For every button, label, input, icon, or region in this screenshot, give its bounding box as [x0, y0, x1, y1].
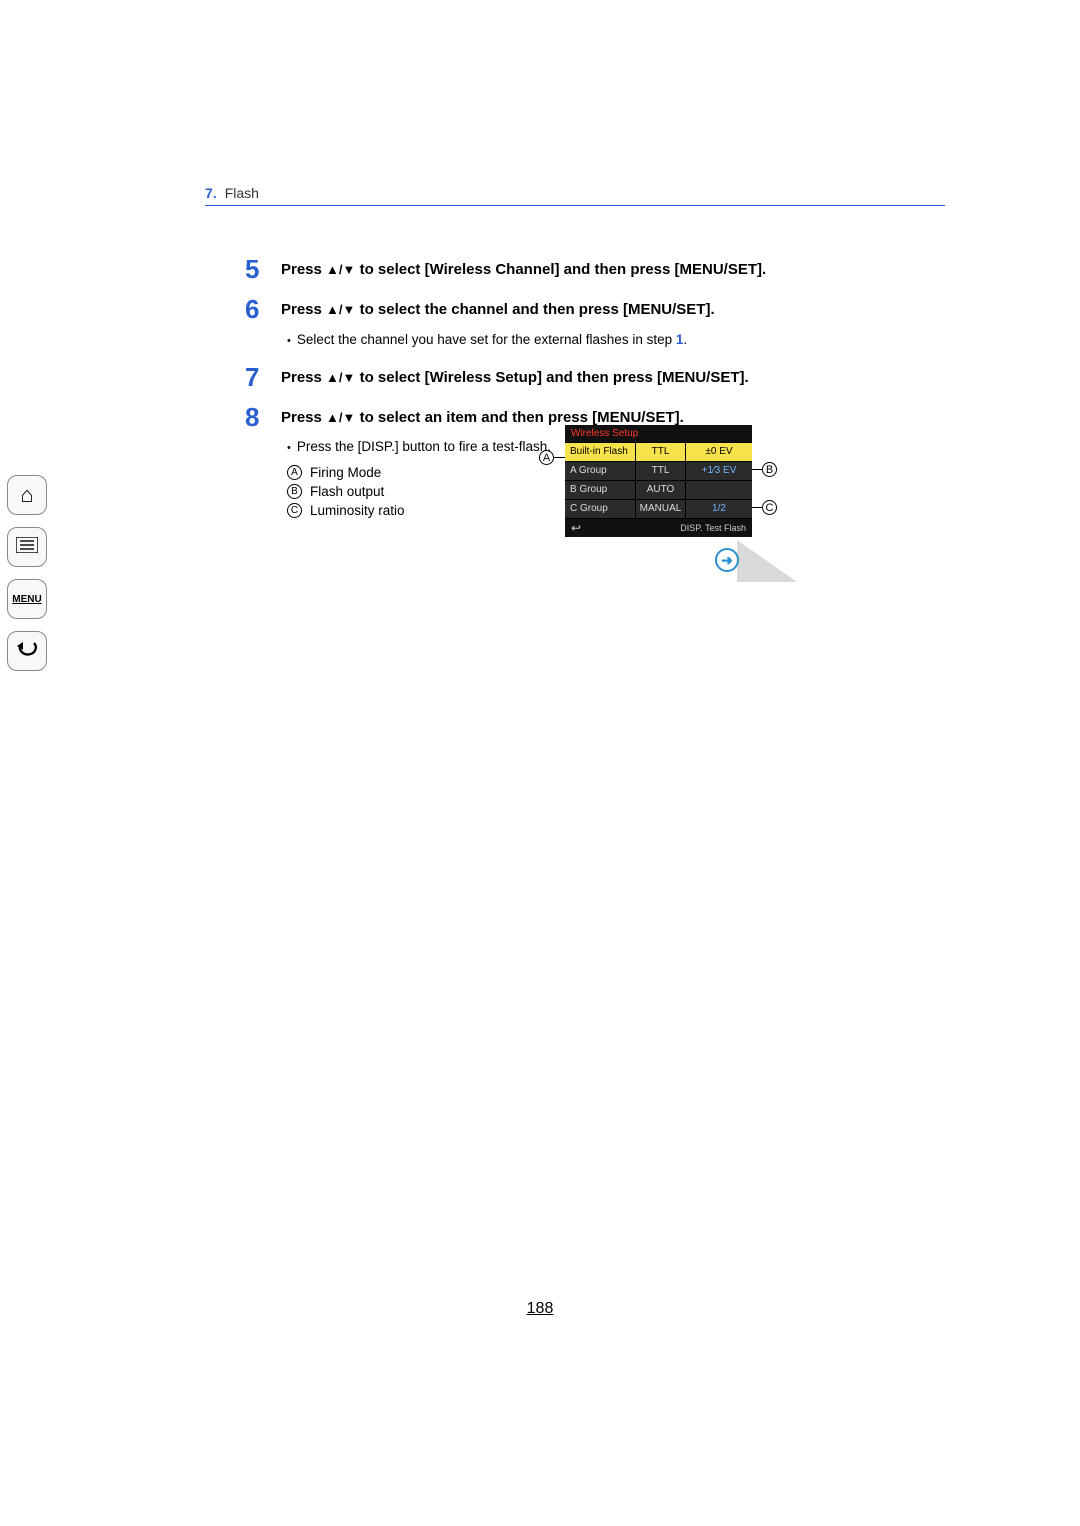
step-6: 6 Press ▲/▼ to select the channel and th…	[245, 296, 935, 350]
menu-label: MENU	[12, 594, 41, 605]
section-header: 7. Flash	[205, 185, 945, 206]
callout-line	[554, 457, 565, 458]
lcd-cell-mode: TTL	[635, 443, 685, 461]
section-title: Flash	[225, 185, 259, 201]
lcd-row-a: A Group TTL +1⁄3 EV	[565, 462, 752, 481]
lcd-cell-value: 1/2	[685, 500, 752, 518]
lcd-cell-name: C Group	[565, 500, 635, 518]
step-number: 8	[245, 404, 267, 430]
callout-b: B	[762, 462, 777, 477]
step-title: Press ▲/▼ to select [Wireless Channel] a…	[281, 259, 935, 282]
back-button[interactable]	[7, 631, 47, 671]
step-number: 5	[245, 256, 267, 282]
step-5: 5 Press ▲/▼ to select [Wireless Channel]…	[245, 256, 935, 282]
lcd-back-icon: ↩	[571, 521, 581, 535]
home-icon: ⌂	[20, 482, 33, 508]
home-button[interactable]: ⌂	[7, 475, 47, 515]
toc-icon	[16, 537, 38, 558]
toc-button[interactable]	[7, 527, 47, 567]
page-corner-fold	[737, 540, 797, 582]
legend-text: Firing Mode	[310, 465, 381, 480]
step-number: 7	[245, 364, 267, 390]
callout-a: A	[539, 450, 554, 465]
lcd-cell-name: Built-in Flash	[565, 443, 635, 461]
step-7: 7 Press ▲/▼ to select [Wireless Setup] a…	[245, 364, 935, 390]
legend-marker: B	[287, 484, 302, 499]
lcd-cell-name: B Group	[565, 481, 635, 499]
lcd-cell-value: ±0 EV	[685, 443, 752, 461]
lcd-row-c: C Group MANUAL 1/2	[565, 500, 752, 519]
bullet-dot: •	[287, 439, 291, 457]
lcd-screen: Wireless Setup Built-in Flash TTL ±0 EV …	[565, 425, 752, 537]
lcd-footer: ↩ DISP. Test Flash	[565, 519, 752, 537]
step-number: 6	[245, 296, 267, 322]
section-number: 7.	[205, 185, 217, 201]
arrow-right-icon: ➜	[721, 552, 733, 569]
legend-marker: C	[287, 503, 302, 518]
step-title: Press ▲/▼ to select the channel and then…	[281, 299, 935, 322]
lcd-cell-name: A Group	[565, 462, 635, 480]
callout-c: C	[762, 500, 777, 515]
legend-marker: A	[287, 465, 302, 480]
legend-text: Flash output	[310, 484, 384, 499]
step-bullet: • Select the channel you have set for th…	[287, 332, 935, 350]
back-icon	[16, 640, 38, 663]
bullet-dot: •	[287, 332, 291, 350]
lcd-title: Wireless Setup	[565, 425, 752, 443]
lcd-cell-mode: MANUAL	[635, 500, 685, 518]
lcd-cell-mode: AUTO	[635, 481, 685, 499]
lcd-cell-value	[685, 481, 752, 499]
lcd-footer-label: DISP. Test Flash	[680, 523, 746, 533]
lcd-cell-mode: TTL	[635, 462, 685, 480]
nav-sidebar: ⌂ MENU	[7, 475, 51, 671]
lcd-row-builtin: Built-in Flash TTL ±0 EV	[565, 443, 752, 462]
legend-text: Luminosity ratio	[310, 503, 405, 518]
next-page-arrow[interactable]: ➜	[715, 548, 739, 572]
step-title: Press ▲/▼ to select [Wireless Setup] and…	[281, 367, 935, 390]
page-number: 188	[527, 1300, 554, 1318]
lcd-row-b: B Group AUTO	[565, 481, 752, 500]
menu-button[interactable]: MENU	[7, 579, 47, 619]
lcd-cell-value: +1⁄3 EV	[685, 462, 752, 480]
